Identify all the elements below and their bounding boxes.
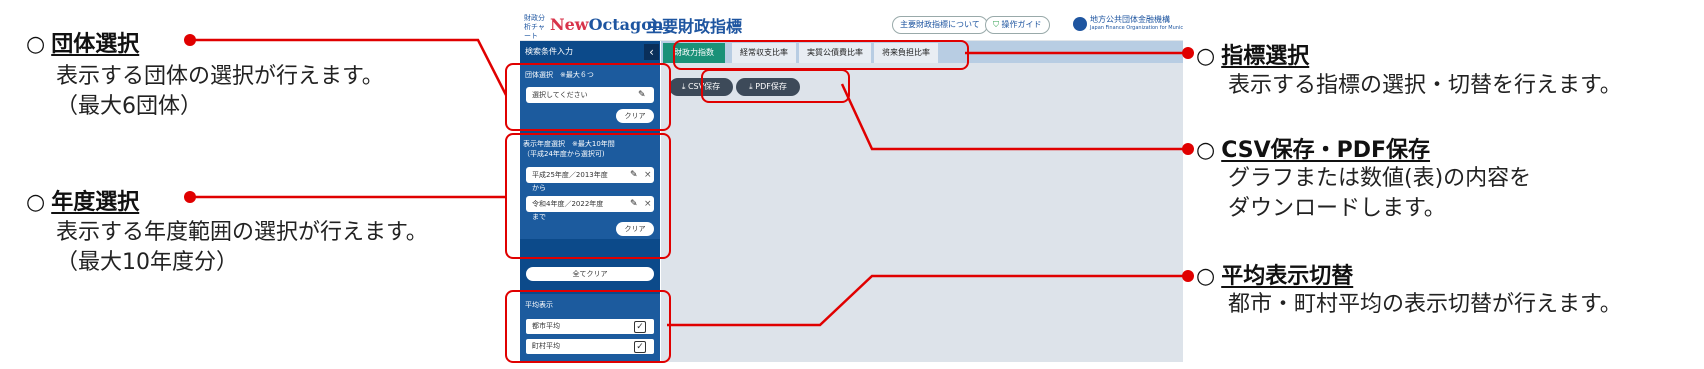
org-select-title: ○ 団体選択 [26,32,140,57]
year-select-title: ○ 年度選択 [26,190,140,215]
indicator-select-desc: 表示する指標の選択・切替を行えます。 [1228,73,1622,98]
average-title: ○ 平均表示切替 [1196,264,1354,289]
org-select-note: （最大6団体） [56,94,202,119]
org-select-desc: 表示する団体の選択が行えます。 [56,64,384,89]
year-select-note: （最大10年度分） [56,250,238,275]
save-title: ○ CSV保存・PDF保存 [1196,138,1431,163]
save-desc-2: ダウンロードします。 [1228,196,1446,221]
year-select-desc: 表示する年度範囲の選択が行えます。 [56,220,428,245]
average-desc: 都市・町村平均の表示切替が行えます。 [1228,292,1622,317]
indicator-select-title: ○ 指標選択 [1196,44,1310,69]
save-desc: グラフまたは数値(表)の内容を [1228,166,1532,191]
